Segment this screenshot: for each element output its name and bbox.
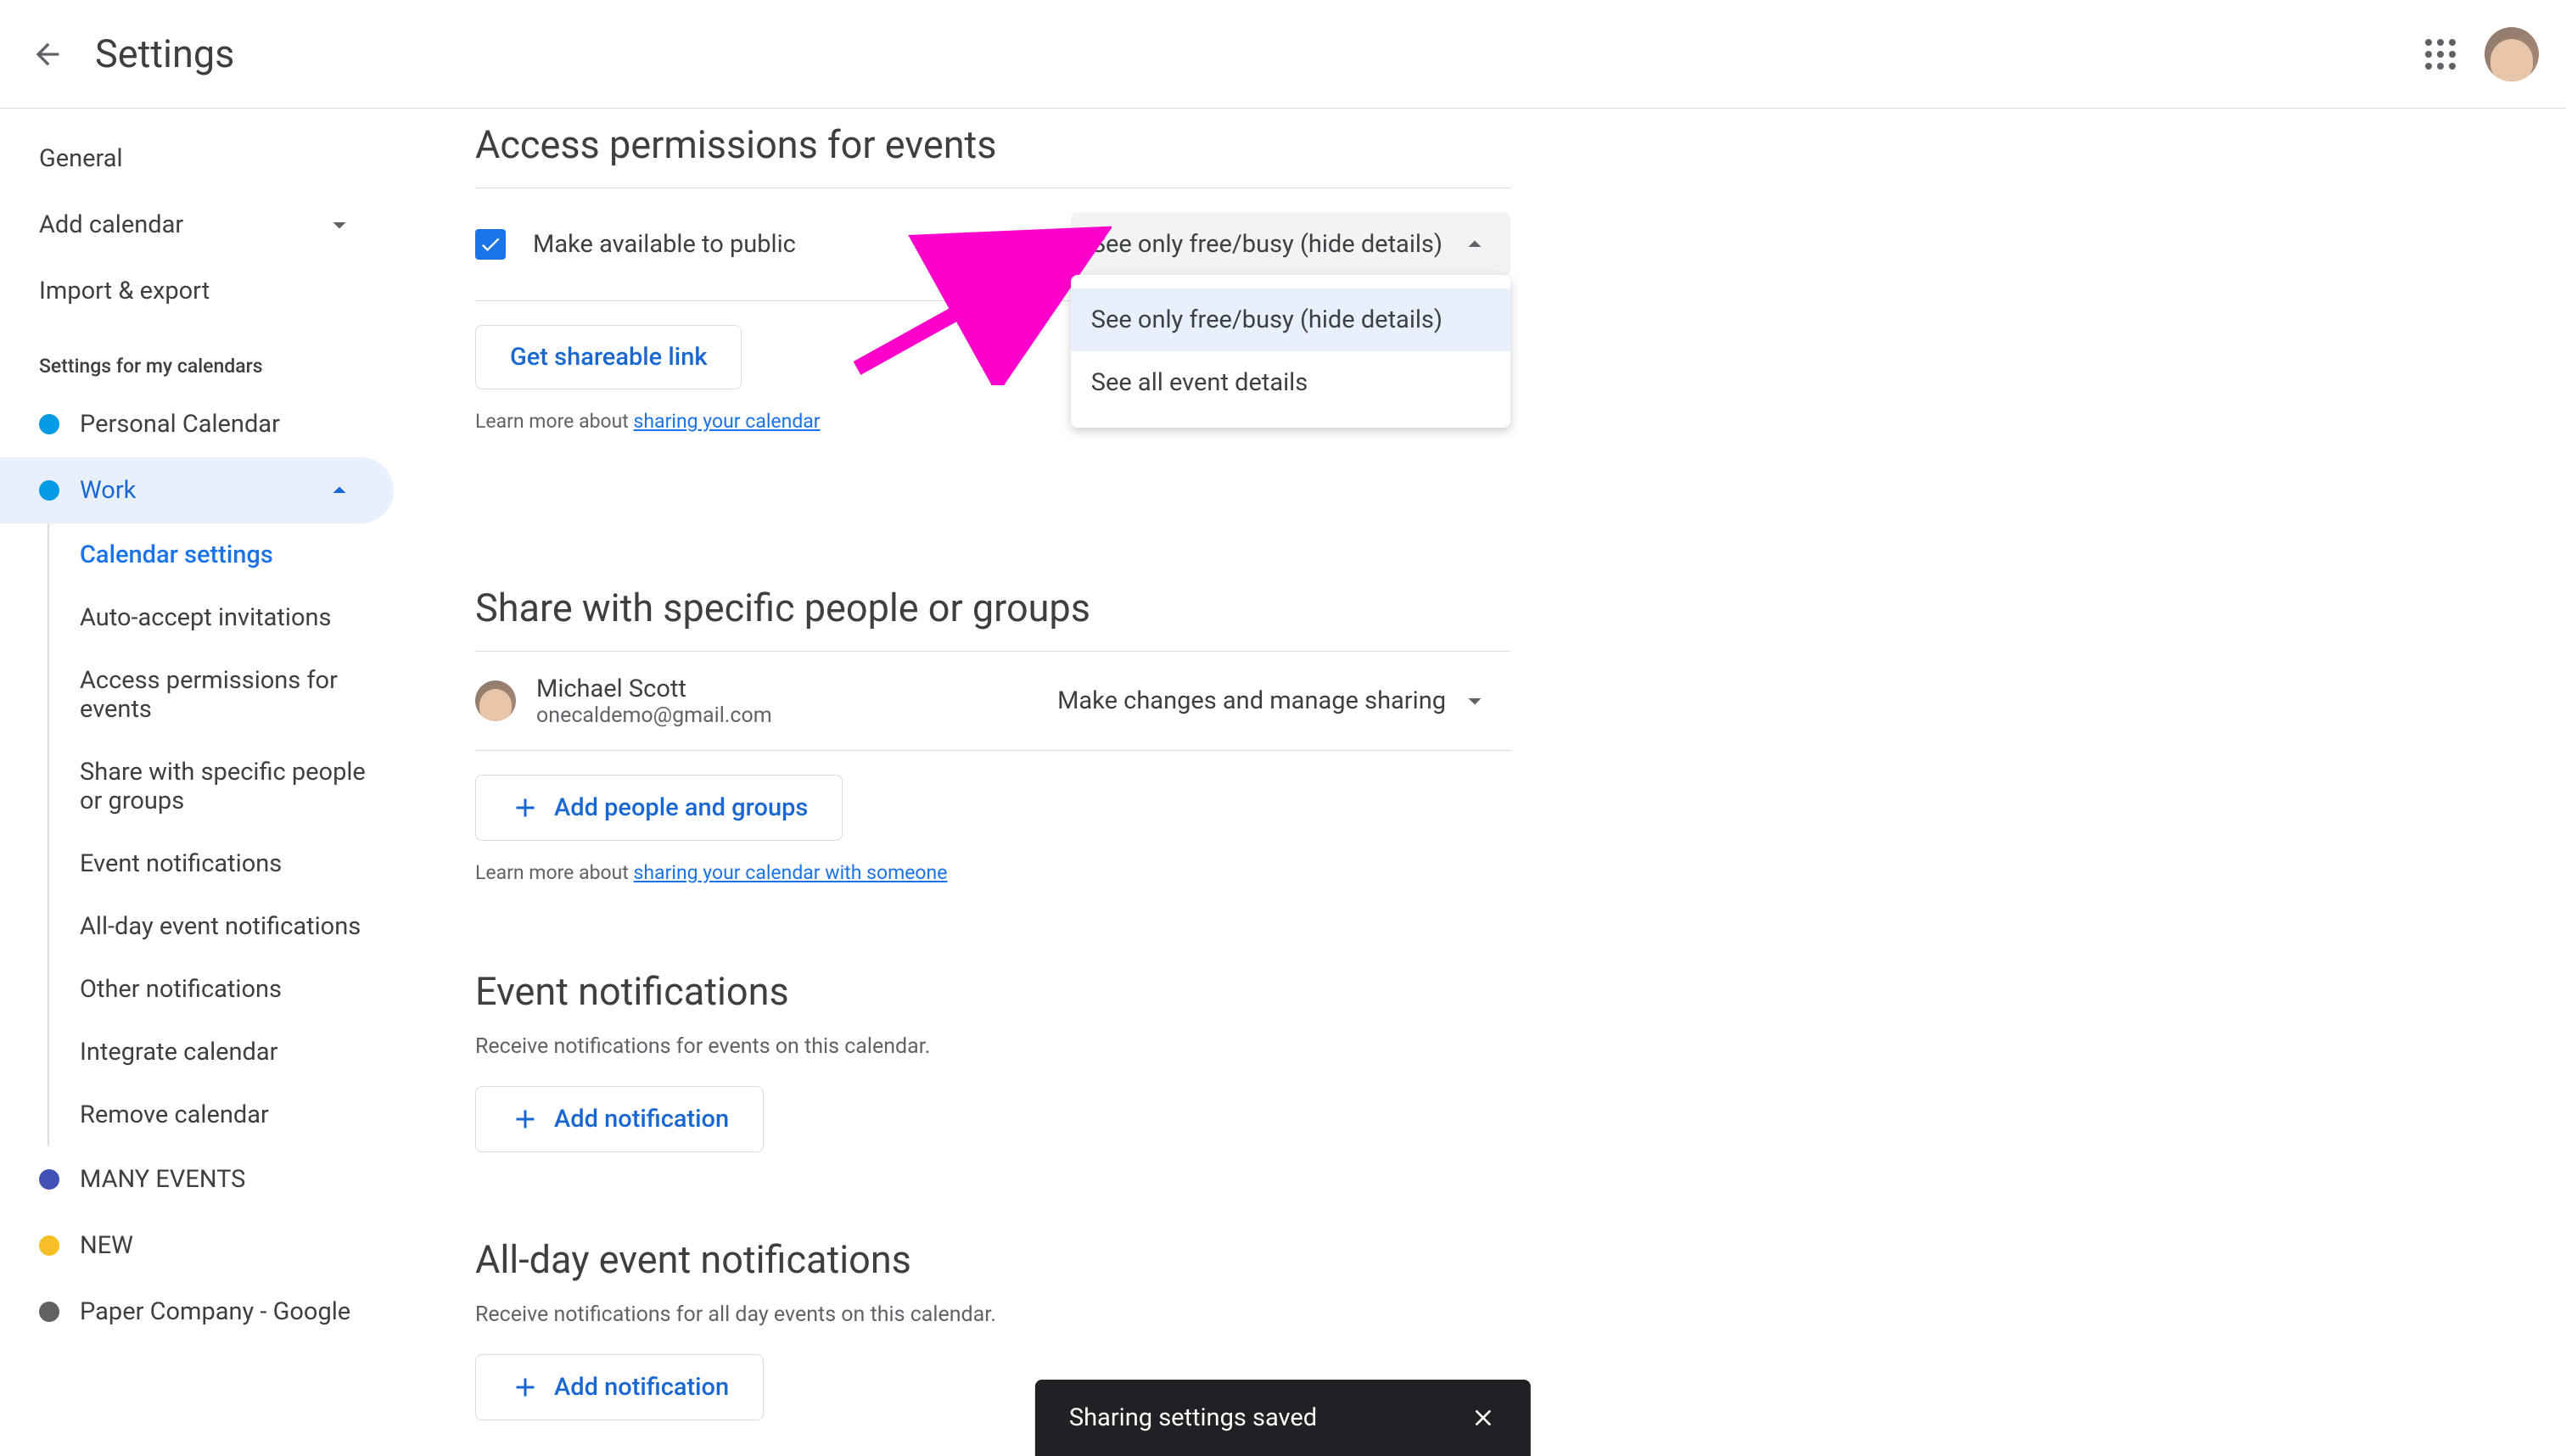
permission-value: Make changes and manage sharing — [1057, 686, 1446, 715]
dropdown-menu: See only free/busy (hide details) See al… — [1071, 275, 1510, 428]
button-label: Add notification — [554, 1105, 729, 1134]
button-label: Add notification — [554, 1373, 729, 1402]
sub-item-share-specific[interactable]: Share with specific people or groups — [49, 741, 407, 832]
make-public-checkbox[interactable] — [475, 229, 506, 260]
divider — [475, 750, 1510, 751]
toast-close-button[interactable] — [1470, 1404, 1497, 1431]
calendar-color-dot — [39, 1235, 59, 1256]
calendar-color-dot — [39, 414, 59, 434]
plus-icon — [510, 1104, 541, 1134]
permission-dropdown[interactable]: Make changes and manage sharing — [1037, 672, 1510, 730]
sidebar-item-import-export[interactable]: Import & export — [0, 258, 394, 324]
sidebar-calendar-personal[interactable]: Personal Calendar — [0, 391, 394, 457]
sidebar-item-general[interactable]: General — [0, 126, 394, 192]
add-notification-button[interactable]: Add notification — [475, 1354, 764, 1420]
dropdown-container: See only free/busy (hide details) See on… — [1071, 212, 1510, 277]
checkbox-label: Make available to public — [533, 230, 796, 259]
plus-icon — [510, 1372, 541, 1403]
sidebar-sub-items: Calendar settings Auto-accept invitation… — [48, 524, 407, 1146]
person-email: onecaldemo@gmail.com — [536, 703, 772, 728]
toast-notification: Sharing settings saved — [1035, 1380, 1531, 1456]
dropdown-value: See only free/busy (hide details) — [1091, 230, 1443, 259]
sidebar-calendar-paper-company[interactable]: Paper Company - Google — [0, 1279, 394, 1345]
visibility-dropdown[interactable]: See only free/busy (hide details) — [1071, 212, 1510, 277]
calendar-color-dot — [39, 1169, 59, 1190]
section-event-notifications: Event notifications Receive notification… — [475, 969, 1510, 1152]
section-title: Share with specific people or groups — [475, 585, 1510, 630]
sidebar: General Add calendar Import & export Set… — [0, 109, 407, 1456]
toast-message: Sharing settings saved — [1069, 1403, 1317, 1432]
add-notification-button[interactable]: Add notification — [475, 1086, 764, 1152]
sub-item-other-notifications[interactable]: Other notifications — [49, 958, 407, 1021]
button-label: Get shareable link — [510, 343, 707, 372]
page-title: Settings — [95, 31, 234, 76]
apps-grid-icon — [2425, 39, 2456, 70]
sidebar-item-label: MANY EVENTS — [80, 1165, 245, 1194]
button-label: Add people and groups — [554, 793, 808, 822]
plus-icon — [510, 792, 541, 823]
person-info: Michael Scott onecaldemo@gmail.com — [536, 675, 772, 728]
learn-more-link[interactable]: sharing your calendar — [634, 410, 821, 433]
learn-more-link[interactable]: sharing your calendar with someone — [634, 861, 948, 884]
learn-more-text: Learn more about sharing your calendar w… — [475, 861, 1510, 884]
sub-item-event-notifications[interactable]: Event notifications — [49, 832, 407, 895]
dropdown-option-free-busy[interactable]: See only free/busy (hide details) — [1071, 288, 1510, 351]
checkbox-row: Make available to public See only free/b… — [475, 188, 1510, 300]
sidebar-item-label: NEW — [80, 1231, 133, 1260]
sub-item-access-permissions[interactable]: Access permissions for events — [49, 649, 407, 741]
section-description: Receive notifications for all day events… — [475, 1302, 1510, 1327]
sidebar-item-add-calendar[interactable]: Add calendar — [0, 192, 394, 258]
section-title: Access permissions for events — [475, 122, 1510, 167]
chevron-down-icon — [324, 210, 355, 240]
back-button[interactable] — [27, 34, 68, 75]
sub-item-remove[interactable]: Remove calendar — [49, 1084, 407, 1146]
sidebar-heading: Settings for my calendars — [0, 324, 407, 391]
header-right — [2420, 27, 2539, 81]
chevron-up-icon — [1459, 229, 1490, 260]
sidebar-calendar-work[interactable]: Work — [0, 457, 394, 524]
sidebar-calendar-many-events[interactable]: MANY EVENTS — [0, 1146, 394, 1212]
close-icon — [1470, 1404, 1497, 1431]
section-title: Event notifications — [475, 969, 1510, 1014]
google-apps-button[interactable] — [2420, 34, 2461, 75]
person-name: Michael Scott — [536, 675, 772, 703]
sidebar-item-label: Paper Company - Google — [80, 1297, 350, 1326]
get-shareable-link-button[interactable]: Get shareable link — [475, 325, 742, 389]
sidebar-item-label: General — [39, 144, 123, 173]
dropdown-option-all-details[interactable]: See all event details — [1071, 351, 1510, 414]
sub-item-allday-notifications[interactable]: All-day event notifications — [49, 895, 407, 958]
calendar-color-dot — [39, 480, 59, 501]
section-description: Receive notifications for events on this… — [475, 1034, 1510, 1059]
section-access-permissions: Access permissions for events Make avail… — [475, 122, 1510, 433]
main-layout: General Add calendar Import & export Set… — [0, 109, 2566, 1456]
section-title: All-day event notifications — [475, 1237, 1510, 1282]
header: Settings — [0, 0, 2566, 109]
arrow-back-icon — [31, 37, 64, 71]
person-row: Michael Scott onecaldemo@gmail.com Make … — [475, 652, 1510, 750]
sub-item-auto-accept[interactable]: Auto-accept invitations — [49, 586, 407, 649]
sub-item-calendar-settings[interactable]: Calendar settings — [49, 524, 407, 586]
section-share-specific: Share with specific people or groups Mic… — [475, 585, 1510, 884]
content: Access permissions for events Make avail… — [407, 109, 2566, 1456]
checkmark-icon — [479, 232, 502, 256]
chevron-down-icon — [1459, 686, 1490, 716]
sidebar-calendar-new[interactable]: NEW — [0, 1212, 394, 1279]
chevron-up-icon — [324, 475, 355, 506]
sidebar-item-label: Work — [80, 476, 136, 505]
sidebar-item-label: Import & export — [39, 277, 210, 305]
person-avatar — [475, 680, 516, 721]
sub-item-integrate[interactable]: Integrate calendar — [49, 1021, 407, 1084]
calendar-color-dot — [39, 1302, 59, 1322]
sidebar-item-label: Personal Calendar — [80, 410, 280, 439]
add-people-button[interactable]: Add people and groups — [475, 775, 843, 841]
user-avatar[interactable] — [2485, 27, 2539, 81]
sidebar-item-label: Add calendar — [39, 210, 183, 239]
